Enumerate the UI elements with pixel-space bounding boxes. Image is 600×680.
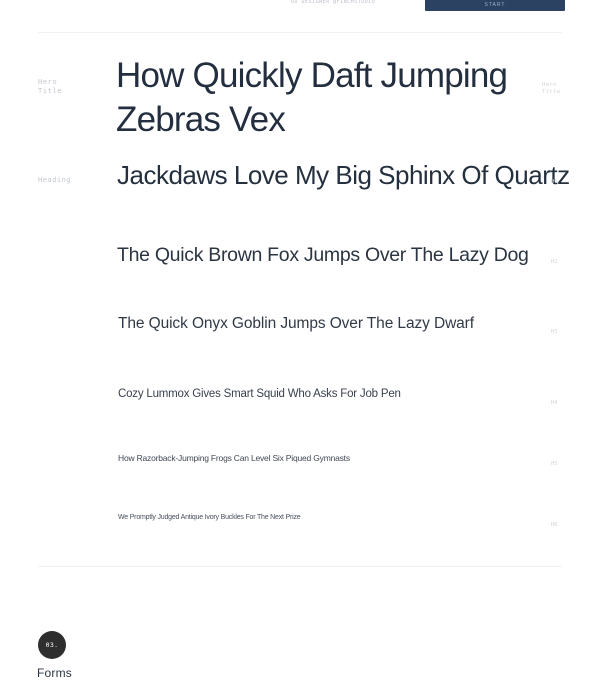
top-bar: UX DESIGNER @FINCHSTUDIO START xyxy=(0,0,600,13)
divider-top xyxy=(38,32,562,33)
specimen-text-h6: We Promptly Judged Antique Ivory Buckles… xyxy=(118,514,301,521)
specimen-right-label-h6: H6 xyxy=(551,522,558,528)
specimen-left-label-h1: Heading xyxy=(38,176,72,184)
divider-bottom xyxy=(38,566,562,567)
specimen-left-label-hero: Hero Title xyxy=(38,78,63,96)
specimen-text-h5: How Razorback-Jumping Frogs Can Level Si… xyxy=(118,453,350,463)
specimen-text-hero: How Quickly Daft Jumping Zebras Vex xyxy=(116,56,508,139)
specimen-text-h4: Cozy Lummox Gives Smart Squid Who Asks F… xyxy=(118,388,401,400)
start-button-label: START xyxy=(484,2,506,8)
section-number-badge: 03. xyxy=(38,631,66,659)
specimen-right-label-h3: H3 xyxy=(551,329,558,335)
specimen-text-h3: The Quick Onyx Goblin Jumps Over The Laz… xyxy=(118,315,474,332)
start-button[interactable]: START xyxy=(425,0,565,11)
specimen-right-label-hero: Hero Title xyxy=(542,82,561,96)
specimen-right-label-h5: H5 xyxy=(551,461,558,467)
type-specimen-page: UX DESIGNER @FINCHSTUDIO START Hero Titl… xyxy=(0,0,600,680)
specimen-right-label-h4: H4 xyxy=(551,400,558,406)
specimen-text-h1: Jackdaws Love My Big Sphinx Of Quartz xyxy=(117,160,570,190)
specimen-right-label-h2: H2 xyxy=(551,259,558,265)
section-number-text: 03. xyxy=(45,641,59,649)
specimen-right-label-h1: H1 xyxy=(551,179,558,185)
brand-tagline: UX DESIGNER @FINCHSTUDIO xyxy=(291,0,376,5)
section-link-forms[interactable]: Forms xyxy=(37,666,72,680)
specimen-text-h2: The Quick Brown Fox Jumps Over The Lazy … xyxy=(117,244,529,266)
